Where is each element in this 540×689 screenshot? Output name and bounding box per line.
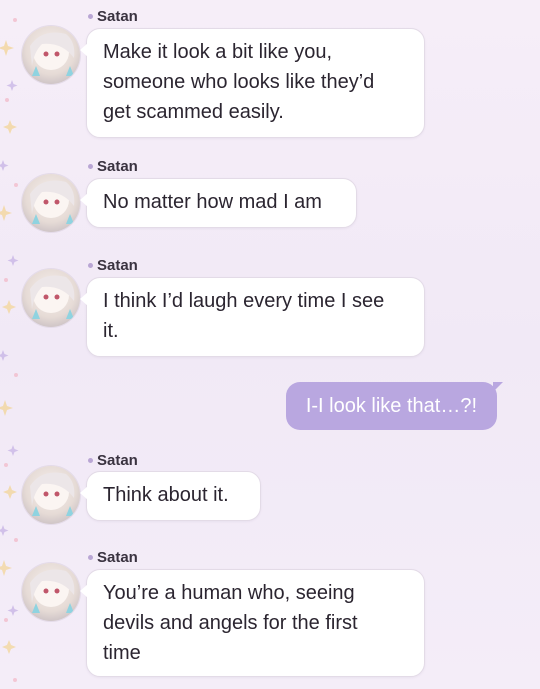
sender-name: Satan — [88, 158, 138, 175]
message-bubble[interactable]: You’re a human who, seeing devils and an… — [80, 569, 425, 677]
sender-dot-icon — [88, 14, 93, 19]
sender-name: Satan — [88, 257, 138, 274]
avatar[interactable] — [22, 26, 80, 84]
chat-log[interactable]: Satan Make it look a bit like you, someo… — [0, 0, 540, 689]
avatar[interactable] — [22, 174, 80, 232]
message-bubble[interactable]: Make it look a bit like you, someone who… — [80, 28, 425, 138]
message-bubble[interactable]: No matter how mad I am — [80, 178, 357, 228]
message-outgoing-bubble[interactable]: I-I look like that…?! — [285, 382, 504, 430]
sender-name: Satan — [88, 452, 138, 469]
sender-dot-icon — [88, 555, 93, 560]
sender-name: Satan — [88, 8, 138, 25]
sender-dot-icon — [88, 458, 93, 463]
sender-dot-icon — [88, 263, 93, 268]
avatar[interactable] — [22, 466, 80, 524]
avatar[interactable] — [22, 269, 80, 327]
message-bubble[interactable]: Think about it. — [80, 471, 261, 521]
sender-name: Satan — [88, 549, 138, 566]
message-bubble[interactable]: I think I’d laugh every time I see it. — [80, 277, 425, 357]
sender-dot-icon — [88, 164, 93, 169]
avatar[interactable] — [22, 563, 80, 621]
